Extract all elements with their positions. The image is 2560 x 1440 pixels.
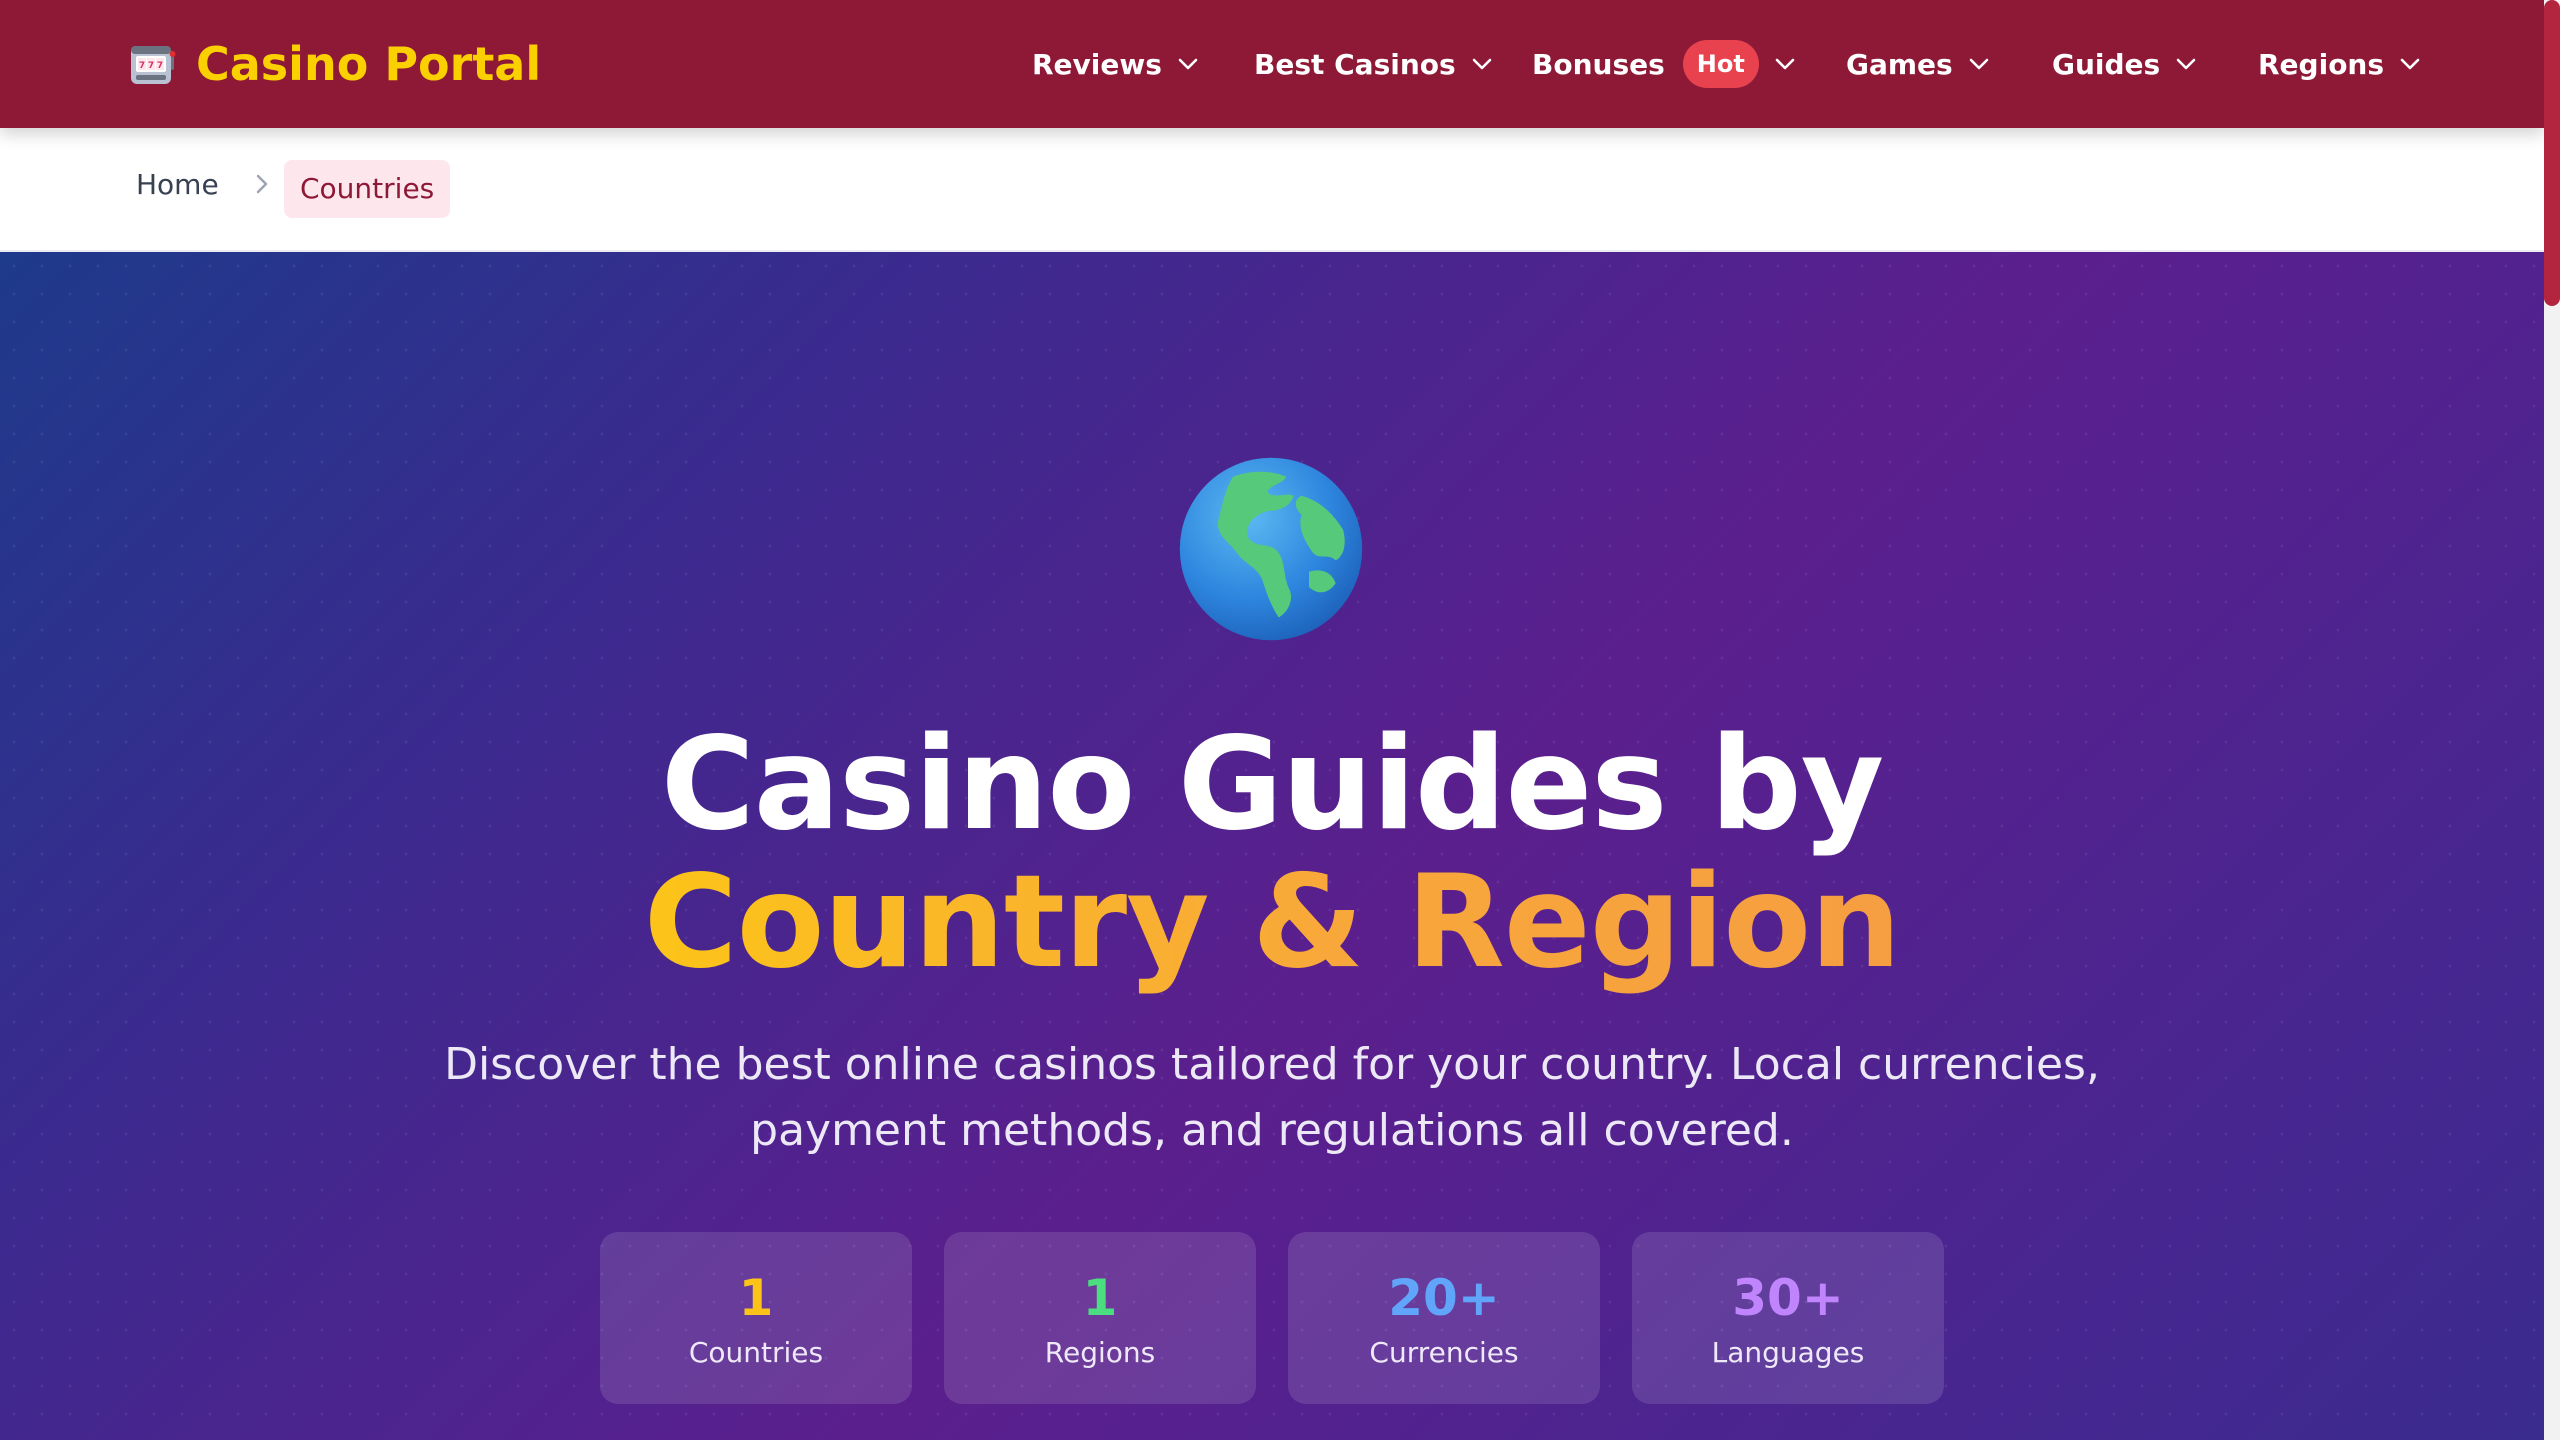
hero-title-line-2: Country & Region <box>0 848 2544 998</box>
nav-label: Games <box>1846 47 1953 81</box>
nav-label: Guides <box>2052 47 2161 81</box>
stat-value: 20+ <box>1388 1269 1500 1327</box>
top-navigation-bar: 7 7 7 Casino Portal Reviews Best Casinos… <box>0 0 2544 128</box>
brand-logo-link[interactable]: 7 7 7 Casino Portal <box>128 36 541 92</box>
chevron-down-icon <box>1775 58 1795 70</box>
slot-machine-icon: 7 7 7 <box>131 46 176 84</box>
chevron-down-icon <box>1969 58 1989 70</box>
chevron-down-icon <box>2400 58 2420 70</box>
chevron-down-icon <box>1472 58 1491 70</box>
breadcrumb-current: Countries <box>284 160 451 218</box>
stat-value: 1 <box>738 1269 774 1327</box>
stat-label: Regions <box>1044 1336 1156 1369</box>
svg-text:7: 7 <box>157 61 163 71</box>
stat-label: Languages <box>1711 1336 1865 1369</box>
breadcrumb-home-link[interactable]: Home <box>136 168 219 201</box>
brand-name: Casino Portal <box>196 37 542 91</box>
nav-item-best-casinos[interactable]: Best Casinos <box>1254 0 1494 128</box>
nav-label: Reviews <box>1032 47 1162 81</box>
chevron-down-icon <box>2176 58 2196 70</box>
nav-label: Bonuses <box>1532 47 1665 81</box>
nav-item-reviews[interactable]: Reviews <box>1032 0 1200 128</box>
hero-section: Casino Guides by Country & Region Discov… <box>0 252 2544 1440</box>
chevron-down-icon <box>1178 58 1198 70</box>
page-scrollbar-thumb[interactable] <box>2544 0 2560 306</box>
nav-label: Best Casinos <box>1254 47 1456 81</box>
stat-card-countries: 1 Countries <box>600 1232 912 1404</box>
nav-label: Regions <box>2258 47 2385 81</box>
stat-value: 1 <box>1082 1269 1118 1327</box>
stat-label: Countries <box>688 1336 824 1369</box>
hot-badge: Hot <box>1682 40 1759 88</box>
stats-row: 1 Countries 1 Regions 20+ Currencies 30+… <box>600 1232 1944 1404</box>
nav-item-guides[interactable]: Guides <box>2052 0 2198 128</box>
nav-item-games[interactable]: Games <box>1846 0 1991 128</box>
hero-title-line-1: Casino Guides by <box>660 710 1884 859</box>
svg-text:7: 7 <box>148 61 154 71</box>
stat-value: 30+ <box>1732 1269 1844 1327</box>
nav-item-regions[interactable]: Regions <box>2258 0 2422 128</box>
stat-card-currencies: 20+ Currencies <box>1288 1232 1600 1404</box>
hero-subtitle: Discover the best online casinos tailore… <box>444 1039 2100 1156</box>
nav-item-bonuses[interactable]: Bonuses Hot <box>1532 0 1797 128</box>
svg-text:7: 7 <box>139 61 145 71</box>
globe-icon <box>1179 457 1363 641</box>
stat-card-regions: 1 Regions <box>944 1232 1256 1404</box>
breadcrumb: Home Countries <box>0 128 2544 252</box>
stat-card-languages: 30+ Languages <box>1632 1232 1944 1404</box>
hero-title-highlight: Country & Region <box>643 848 1902 997</box>
stat-label: Currencies <box>1369 1336 1519 1369</box>
chevron-right-icon <box>256 174 268 194</box>
